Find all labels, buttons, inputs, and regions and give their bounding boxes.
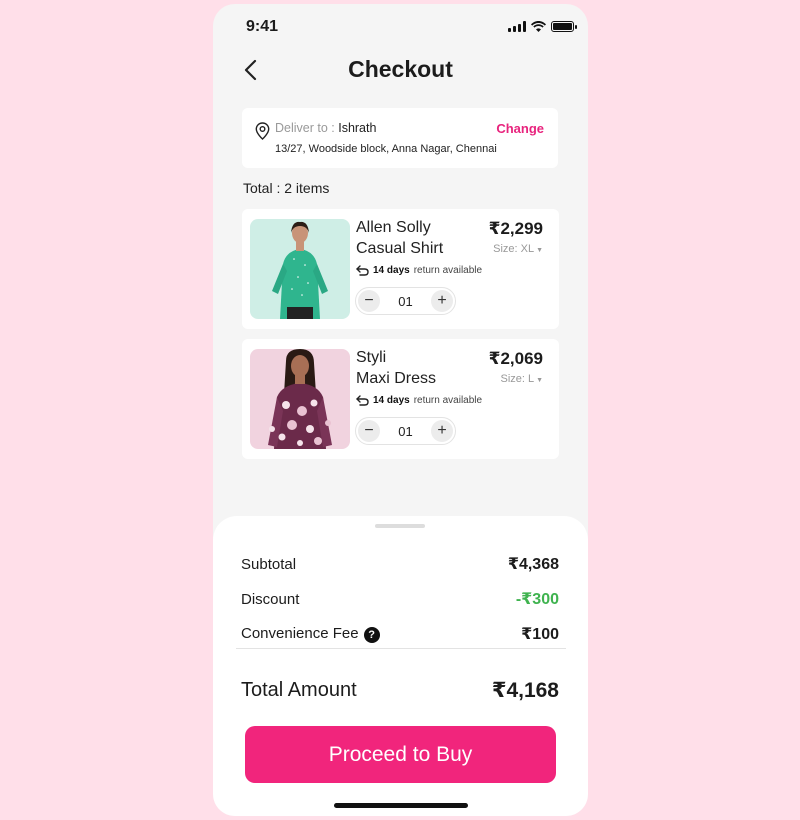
size-label: Size: XL — [493, 243, 535, 255]
decrease-quantity-button[interactable]: − — [358, 290, 380, 312]
product-name: Maxi Dress — [356, 370, 437, 387]
minus-icon: − — [364, 422, 374, 439]
quantity-stepper: − 01 + — [355, 417, 456, 445]
increase-quantity-button[interactable]: + — [431, 420, 453, 442]
decrease-quantity-button[interactable]: − — [358, 420, 380, 442]
minus-icon: − — [364, 292, 374, 309]
fee-label-group: Convenience Fee? — [241, 625, 380, 643]
quantity-value: 01 — [398, 423, 413, 439]
wifi-icon — [531, 21, 546, 32]
size-selector[interactable]: Size: L ▼ — [500, 373, 543, 385]
cart-item: Styli Maxi Dress ₹2,069 Size: L ▼ 14 day… — [242, 339, 559, 459]
location-pin-icon — [255, 122, 270, 140]
discount-value: -₹300 — [515, 591, 559, 608]
deliver-to-line: Deliver to : Ishrath — [275, 121, 376, 135]
product-brand: Allen Solly — [356, 219, 431, 236]
deliver-to-label: Deliver to : — [275, 121, 339, 135]
total-amount-row: Total Amount ₹4,168 — [241, 678, 559, 703]
help-icon[interactable]: ? — [363, 626, 380, 643]
return-arrow-icon — [356, 265, 369, 276]
product-price: ₹2,299 — [488, 219, 543, 238]
return-policy: 14 days return available — [356, 395, 482, 406]
status-time: 9:41 — [246, 18, 279, 35]
cart-total-items: Total : 2 items — [243, 180, 330, 196]
product-brand: Styli — [356, 349, 387, 366]
discount-row: Discount -₹300 — [241, 589, 559, 609]
product-price: ₹2,069 — [488, 349, 543, 368]
proceed-to-buy-button[interactable]: Proceed to Buy — [245, 726, 556, 783]
total-amount-value: ₹4,168 — [491, 679, 559, 702]
total-amount-label: Total Amount — [241, 679, 357, 701]
change-address-link[interactable]: Change — [496, 121, 544, 136]
quantity-value: 01 — [398, 293, 413, 309]
plus-icon: + — [437, 292, 447, 309]
cart-item: Allen Solly Casual Shirt ₹2,299 Size: XL… — [242, 209, 559, 329]
subtotal-row: Subtotal ₹4,368 — [241, 554, 559, 574]
return-days: 14 days — [373, 395, 410, 406]
status-icons — [508, 21, 577, 32]
page-title: Checkout — [348, 56, 453, 82]
summary-divider — [236, 648, 566, 649]
delivery-address: 13/27, Woodside block, Anna Nagar, Chenn… — [275, 143, 497, 155]
return-arrow-icon — [356, 395, 369, 406]
quantity-stepper: − 01 + — [355, 287, 456, 315]
return-text: return available — [413, 395, 483, 406]
phone-screen: 9:41 Checkout Deliver to : Ishrath 13/27… — [213, 4, 588, 816]
increase-quantity-button[interactable]: + — [431, 290, 453, 312]
subtotal-value: ₹4,368 — [507, 556, 559, 573]
size-label: Size: L — [500, 373, 535, 385]
home-indicator — [334, 803, 468, 808]
product-name: Casual Shirt — [356, 240, 444, 257]
sheet-drag-handle[interactable] — [375, 524, 425, 528]
delivery-address-card: Deliver to : Ishrath 13/27, Woodside blo… — [242, 108, 558, 168]
convenience-fee-value: ₹100 — [521, 626, 559, 643]
size-selector[interactable]: Size: XL ▼ — [493, 243, 543, 255]
convenience-fee-row: Convenience Fee? ₹100 — [241, 624, 559, 644]
return-text: return available — [413, 265, 483, 276]
caret-down-icon: ▼ — [534, 247, 543, 254]
signal-icon — [508, 21, 526, 32]
product-image[interactable] — [250, 349, 350, 449]
return-policy: 14 days return available — [356, 265, 482, 276]
battery-icon — [551, 21, 577, 32]
convenience-fee-label: Convenience Fee — [241, 625, 359, 643]
subtotal-label: Subtotal — [241, 555, 297, 573]
recipient-name: Ishrath — [338, 121, 377, 135]
discount-label: Discount — [241, 590, 300, 608]
order-summary-sheet: Subtotal ₹4,368 Discount -₹300 Convenien… — [213, 516, 588, 816]
product-image[interactable] — [250, 219, 350, 319]
return-days: 14 days — [373, 265, 410, 276]
caret-down-icon: ▼ — [534, 377, 543, 384]
plus-icon: + — [437, 422, 447, 439]
